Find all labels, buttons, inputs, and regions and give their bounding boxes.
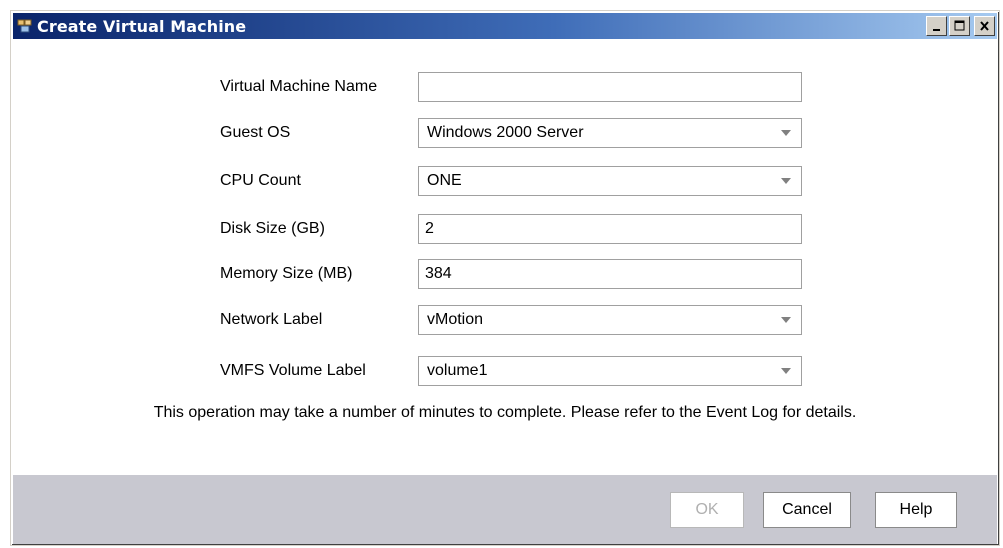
- chevron-down-icon[interactable]: [781, 130, 791, 136]
- vmfs-volume-value: volume1: [427, 362, 488, 379]
- cpu-count-label: CPU Count: [220, 172, 301, 189]
- guest-os-label: Guest OS: [220, 124, 291, 141]
- close-icon: [980, 21, 989, 31]
- close-button[interactable]: [974, 16, 995, 36]
- create-vm-dialog: Create Virtual Machine Virtual Machine N…: [10, 10, 1000, 546]
- cpu-count-select[interactable]: ONE: [418, 166, 802, 196]
- guest-os-row: Guest OS Windows 2000 Server: [13, 118, 997, 148]
- vm-name-label: Virtual Machine Name: [220, 78, 378, 95]
- cpu-count-value: ONE: [427, 172, 462, 189]
- window-controls: [926, 16, 995, 36]
- memory-size-label: Memory Size (MB): [220, 265, 353, 282]
- network-label-label: Network Label: [220, 311, 323, 328]
- chevron-down-icon[interactable]: [781, 368, 791, 374]
- memory-size-row: Memory Size (MB) 384: [13, 259, 997, 289]
- vmfs-volume-row: VMFS Volume Label volume1: [13, 356, 997, 386]
- vm-name-input[interactable]: [418, 72, 802, 102]
- form-area: Virtual Machine Name Guest OS Windows 20…: [13, 39, 997, 483]
- minimize-icon: [933, 29, 940, 31]
- title-bar[interactable]: Create Virtual Machine: [13, 13, 997, 39]
- disk-size-input[interactable]: 2: [418, 214, 802, 244]
- minimize-button[interactable]: [926, 16, 947, 36]
- network-label-select[interactable]: vMotion: [418, 305, 802, 335]
- chevron-down-icon[interactable]: [781, 317, 791, 323]
- ok-button[interactable]: OK: [670, 492, 744, 528]
- chevron-down-icon[interactable]: [781, 178, 791, 184]
- help-button[interactable]: Help: [875, 492, 957, 528]
- disk-size-label: Disk Size (GB): [220, 220, 325, 237]
- maximize-icon: [954, 20, 965, 31]
- network-label-value: vMotion: [427, 311, 484, 328]
- vm-name-row: Virtual Machine Name: [13, 72, 997, 102]
- guest-os-select[interactable]: Windows 2000 Server: [418, 118, 802, 148]
- info-note: This operation may take a number of minu…: [153, 404, 857, 421]
- guest-os-value: Windows 2000 Server: [427, 124, 584, 141]
- cpu-count-row: CPU Count ONE: [13, 166, 997, 196]
- vm-icon: [17, 19, 32, 33]
- disk-size-row: Disk Size (GB) 2: [13, 214, 997, 244]
- window-title: Create Virtual Machine: [37, 16, 247, 36]
- memory-size-input[interactable]: 384: [418, 259, 802, 289]
- vmfs-volume-label: VMFS Volume Label: [220, 362, 366, 379]
- button-bar: OK Cancel Help: [13, 475, 997, 544]
- network-label-row: Network Label vMotion: [13, 305, 997, 335]
- maximize-button[interactable]: [949, 16, 970, 36]
- cancel-button[interactable]: Cancel: [763, 492, 851, 528]
- vmfs-volume-select[interactable]: volume1: [418, 356, 802, 386]
